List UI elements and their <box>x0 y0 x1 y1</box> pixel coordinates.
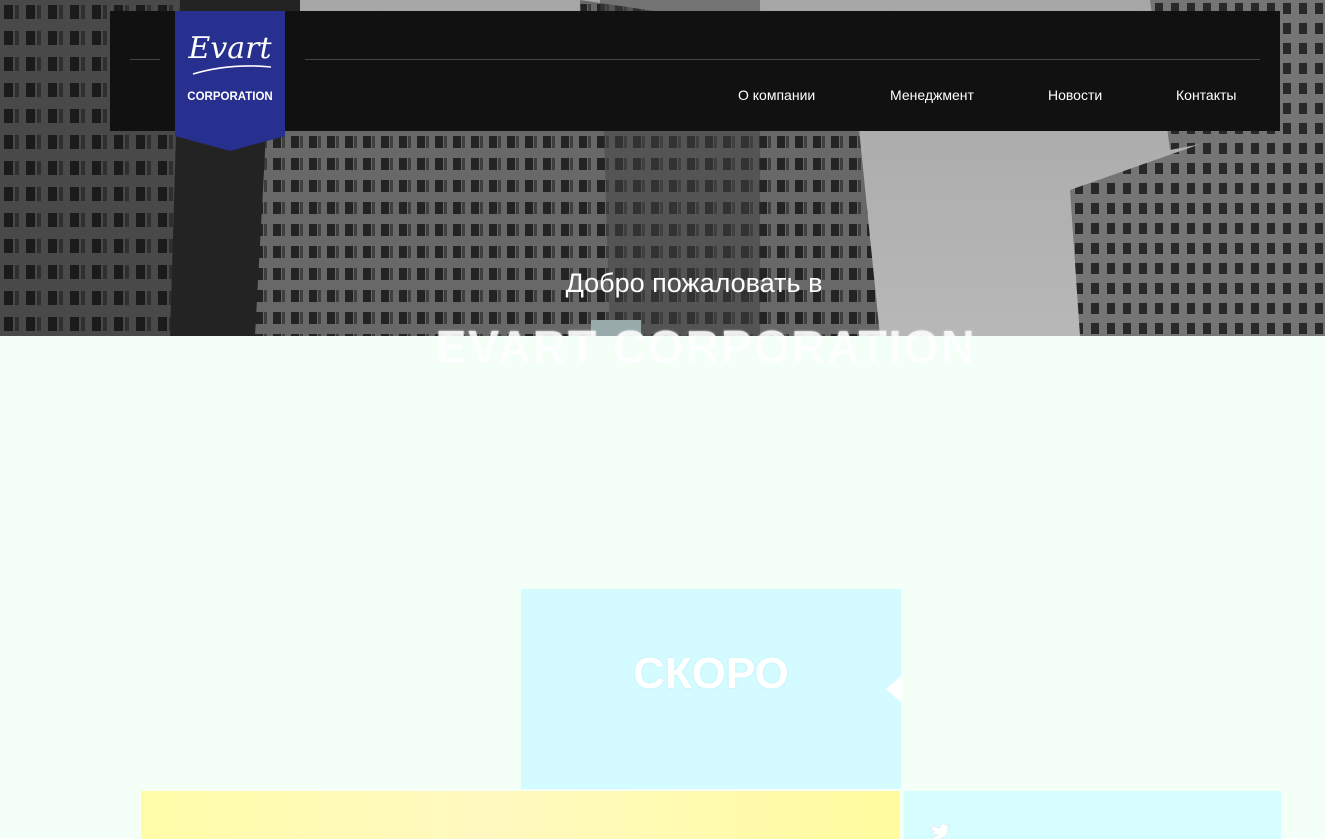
pointer-arrow <box>886 675 902 703</box>
coming-soon-box: СКОРО <box>521 589 901 789</box>
hero-company-name: EVART CORPORATION <box>435 321 977 373</box>
hero-banner: Evart CORPORATION О компании Менеджмент … <box>0 0 1325 336</box>
nav-divider <box>130 59 160 60</box>
twitter-icon[interactable] <box>928 824 950 839</box>
hero-welcome-title: Добро пожаловать в <box>565 268 823 298</box>
nav-divider <box>305 59 1260 60</box>
top-navigation: Evart CORPORATION О компании Менеджмент … <box>110 11 1280 151</box>
nav-menu: О компании Менеджмент Новости Контакты <box>110 87 1280 107</box>
nav-item-contacts[interactable]: Контакты <box>1176 87 1236 103</box>
nav-item-news[interactable]: Новости <box>1048 87 1102 103</box>
coming-soon-title: СКОРО <box>633 649 789 698</box>
yellow-banner <box>141 791 900 839</box>
nav-item-management[interactable]: Менеджмент <box>890 87 974 103</box>
evart-logo[interactable]: Evart CORPORATION <box>175 11 285 151</box>
nav-item-about[interactable]: О компании <box>738 87 815 103</box>
social-panel <box>904 791 1281 839</box>
logo-script-text: Evart <box>188 31 272 66</box>
